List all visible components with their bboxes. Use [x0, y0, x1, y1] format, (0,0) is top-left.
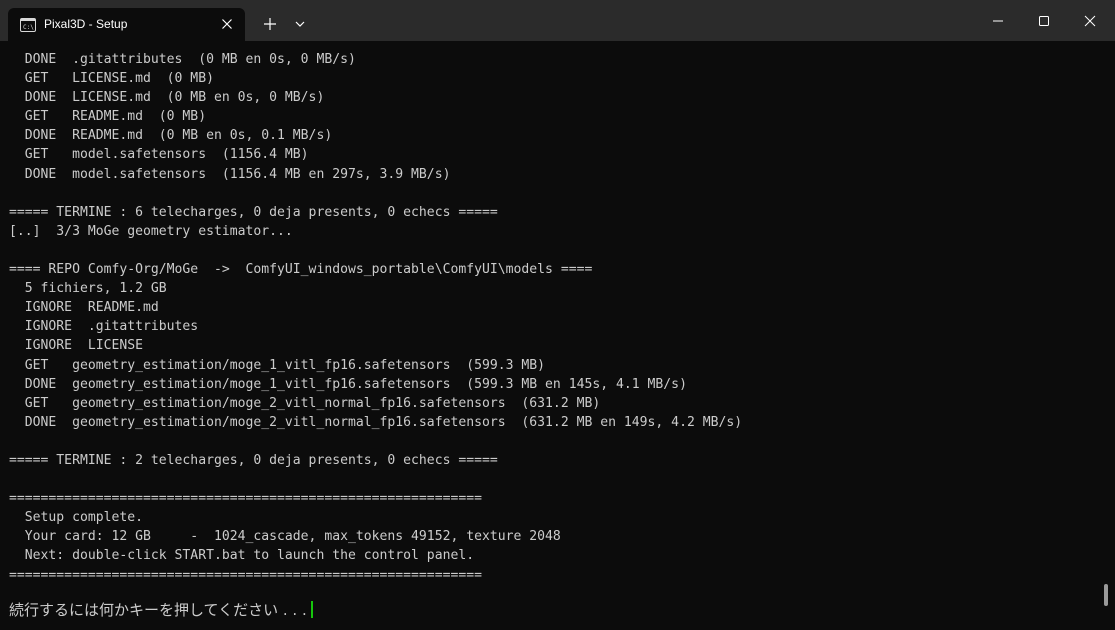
- terminal-line: GET model.safetensors (1156.4 MB): [9, 147, 309, 163]
- maximize-icon: [1039, 16, 1049, 26]
- plus-icon[interactable]: [260, 14, 280, 34]
- terminal-line: 5 fichiers, 1.2 GB: [9, 281, 167, 297]
- terminal-output: DONE .gitattributes (0 MB en 0s, 0 MB/s)…: [9, 50, 742, 585]
- terminal-window: C:\ Pixal3D - Setup DONE .gitattributes …: [0, 0, 1115, 630]
- terminal-line: DONE README.md (0 MB en 0s, 0.1 MB/s): [9, 128, 333, 144]
- terminal-line: IGNORE .gitattributes: [9, 319, 199, 335]
- terminal-line: Your card: 12 GB - 1024_cascade, max_tok…: [9, 529, 561, 545]
- terminal-line: ==== REPO Comfy-Org/MoGe -> ComfyUI_wind…: [9, 262, 593, 278]
- minimize-button[interactable]: [975, 0, 1021, 41]
- terminal-output-area[interactable]: DONE .gitattributes (0 MB en 0s, 0 MB/s)…: [0, 41, 1100, 630]
- terminal-line: [..] 3/3 MoGe geometry estimator...: [9, 223, 293, 239]
- terminal-line: IGNORE LICENSE: [9, 338, 144, 354]
- terminal-line: DONE geometry_estimation/moge_1_vitl_fp1…: [9, 376, 687, 392]
- terminal-line: GET geometry_estimation/moge_2_vitl_norm…: [9, 395, 601, 411]
- terminal-line: DONE geometry_estimation/moge_2_vitl_nor…: [9, 414, 743, 430]
- minimize-icon: [993, 20, 1003, 22]
- svg-text:C:\: C:\: [23, 24, 34, 31]
- terminal-line: ===== TERMINE : 2 telecharges, 0 deja pr…: [9, 452, 498, 468]
- terminal-line: DONE LICENSE.md (0 MB en 0s, 0 MB/s): [9, 90, 325, 106]
- title-bar[interactable]: C:\ Pixal3D - Setup: [0, 0, 1115, 41]
- close-tab-icon[interactable]: [219, 16, 235, 32]
- terminal-line: Next: double-click START.bat to launch t…: [9, 548, 475, 564]
- terminal-line: ===== TERMINE : 6 telecharges, 0 deja pr…: [9, 204, 498, 220]
- chevron-down-icon[interactable]: [290, 14, 310, 34]
- terminal-line: GET geometry_estimation/moge_1_vitl_fp16…: [9, 357, 546, 373]
- prompt-line: 続行するには何かキーを押してください . . .: [9, 599, 313, 621]
- terminal-line: GET LICENSE.md (0 MB): [9, 71, 214, 87]
- terminal-line: DONE model.safetensors (1156.4 MB en 297…: [9, 166, 451, 182]
- terminal-icon: C:\: [20, 18, 36, 32]
- terminal-line: ========================================…: [9, 567, 482, 583]
- scrollbar-thumb[interactable]: [1104, 584, 1108, 606]
- terminal-line: DONE .gitattributes (0 MB en 0s, 0 MB/s): [9, 52, 356, 67]
- press-any-key-prompt: 続行するには何かキーを押してください . . .: [9, 601, 307, 619]
- tab-pixal3d-setup[interactable]: C:\ Pixal3D - Setup: [8, 8, 245, 41]
- terminal-line: ========================================…: [9, 491, 482, 507]
- tab-title: Pixal3D - Setup: [44, 17, 128, 31]
- close-window-button[interactable]: [1067, 0, 1113, 41]
- terminal-line: Setup complete.: [9, 510, 144, 526]
- maximize-button[interactable]: [1021, 0, 1067, 41]
- close-icon: [1084, 15, 1096, 27]
- text-cursor: [310, 601, 313, 618]
- terminal-line: IGNORE README.md: [9, 300, 159, 316]
- terminal-line: GET README.md (0 MB): [9, 109, 207, 125]
